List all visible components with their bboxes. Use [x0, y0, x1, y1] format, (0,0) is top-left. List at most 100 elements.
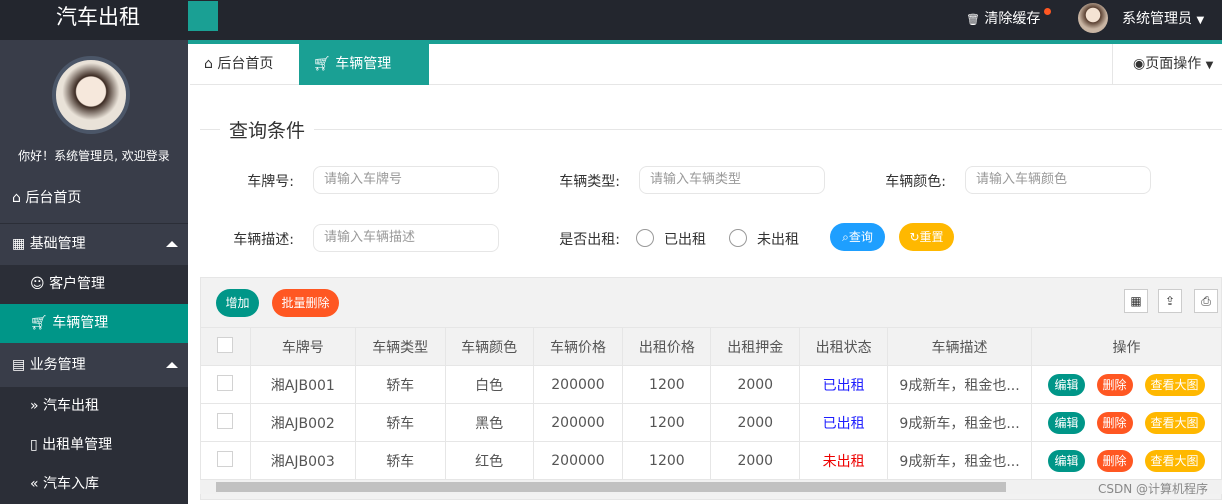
- query-section: 查询条件: [200, 116, 1222, 143]
- car-table: 车牌号 车辆类型 车辆颜色 车辆价格 出租价格 出租押金 出租状态 车辆描述 操…: [200, 327, 1222, 480]
- table-cell: 1200: [622, 365, 712, 404]
- delete-button[interactable]: 删除: [1096, 373, 1133, 396]
- sidebar-item-orders[interactable]: ▯ 出租单管理: [0, 426, 188, 465]
- desc-label: 车辆描述:: [233, 232, 294, 248]
- reset-button[interactable]: ↻重置: [899, 223, 954, 251]
- caret-up-icon: [166, 362, 178, 368]
- refresh-icon: ↻: [909, 230, 920, 244]
- color-input[interactable]: 请输入车辆颜色: [965, 166, 1151, 194]
- view-image-button[interactable]: 查看大图: [1144, 449, 1205, 472]
- search-label: 查询: [848, 230, 873, 244]
- user-avatar[interactable]: [1078, 3, 1108, 33]
- delete-button[interactable]: 删除: [1096, 411, 1133, 434]
- sidebar-item-label: 基础管理: [29, 236, 86, 252]
- menu-toggle-button[interactable]: [188, 1, 218, 31]
- sidebar-item-basic[interactable]: ▦ 基础管理: [0, 223, 188, 263]
- select-all-cell: [200, 327, 251, 366]
- column-header[interactable]: 出租价格: [622, 327, 712, 366]
- search-button[interactable]: ⌕查询: [830, 223, 885, 251]
- row-checkbox[interactable]: [217, 450, 234, 467]
- sidebar: 你好！系统管理员, 欢迎登录 ⌂ 后台首页 ▦ 基础管理 ☺ 客户管理 🛒︎ 车…: [0, 40, 188, 504]
- table-cell: 200000: [532, 403, 624, 442]
- home-icon: ⌂: [12, 190, 21, 206]
- row-checkbox[interactable]: [217, 412, 234, 429]
- scrollbar-thumb[interactable]: [216, 482, 1006, 492]
- search-icon: ⌕: [842, 230, 849, 244]
- sidebar-item-customers[interactable]: ☺ 客户管理: [0, 265, 188, 304]
- table-cell: 2000: [710, 441, 801, 480]
- reset-label: 重置: [919, 230, 944, 244]
- table-cell: 轿车: [354, 403, 446, 442]
- sidebar-item-label: 客户管理: [49, 276, 106, 292]
- add-button[interactable]: 增加: [216, 289, 259, 317]
- view-image-button[interactable]: 查看大图: [1144, 411, 1205, 434]
- table-cell: 湘AJB002: [249, 403, 356, 442]
- clear-cache-button[interactable]: 🗑 清除缓存: [966, 8, 1052, 28]
- plate-input[interactable]: 请输入车牌号: [313, 166, 499, 194]
- cart-icon: 🛒︎: [313, 56, 331, 72]
- sidebar-item-business[interactable]: ▤ 业务管理: [0, 345, 188, 385]
- welcome-text: 你好！系统管理员, 欢迎登录: [18, 149, 170, 163]
- close-icon[interactable]: ×: [321, 97, 333, 113]
- radio-not-rented[interactable]: [729, 229, 747, 247]
- sidebar-item-checkin[interactable]: « 汽车入库: [0, 465, 188, 504]
- horizontal-scrollbar[interactable]: [200, 480, 1222, 494]
- column-header[interactable]: 车辆颜色: [444, 327, 534, 366]
- edit-button[interactable]: 编辑: [1048, 411, 1085, 434]
- print-icon[interactable]: ⎙: [1194, 289, 1218, 313]
- row-checkbox[interactable]: [217, 374, 234, 391]
- column-header[interactable]: 车辆描述: [887, 327, 1033, 366]
- export-icon[interactable]: ⇪: [1158, 289, 1182, 313]
- desc-input[interactable]: 请输入车辆描述: [313, 224, 499, 252]
- user-menu[interactable]: 系统管理员 ▼: [1122, 8, 1204, 28]
- sidebar-item-label: 汽车入库: [43, 476, 100, 492]
- query-legend: 查询条件: [229, 120, 306, 142]
- tab-bar: ⌂ 后台首页 🛒︎ 车辆管理 × ◉页面操作 ▼: [190, 44, 1222, 113]
- table-row[interactable]: 湘AJB002 轿车 黑色 200000 1200 2000 已出租 9成新车，租金也... 编…: [200, 403, 1222, 442]
- radio-rented[interactable]: [636, 229, 654, 247]
- table-cell: 9成新车，租金也...: [887, 403, 1033, 442]
- caret-down-icon: ▼: [1196, 15, 1205, 26]
- column-header[interactable]: 车牌号: [249, 327, 356, 366]
- column-header[interactable]: 出租状态: [799, 327, 889, 366]
- tab-car-management[interactable]: 🛒︎ 车辆管理 ×: [299, 44, 429, 113]
- batch-delete-button[interactable]: 批量删除: [272, 289, 339, 317]
- sidebar-item-label: 车辆管理: [52, 315, 109, 331]
- table-cell: 1200: [622, 403, 712, 442]
- page-operations-menu[interactable]: ◉页面操作 ▼: [1112, 44, 1222, 85]
- row-select-cell: [200, 365, 251, 404]
- column-header[interactable]: 出租押金: [710, 327, 801, 366]
- select-all-checkbox[interactable]: [217, 336, 234, 353]
- column-header[interactable]: 车辆类型: [354, 327, 446, 366]
- avatar: [52, 56, 130, 134]
- columns-icon[interactable]: ▦: [1124, 289, 1148, 313]
- sidebar-item-rent[interactable]: » 汽车出租: [0, 387, 188, 426]
- type-label: 车辆类型:: [559, 174, 620, 190]
- radio-rented-label: 已出租: [664, 232, 706, 248]
- table-cell: 白色: [444, 365, 534, 404]
- sidebar-item-cars[interactable]: 🛒︎ 车辆管理: [0, 304, 188, 343]
- actions-cell: 编辑 删除 查看大图: [1031, 365, 1222, 404]
- table-cell: 已出租: [799, 403, 889, 442]
- edit-button[interactable]: 编辑: [1048, 449, 1085, 472]
- view-image-button[interactable]: 查看大图: [1144, 373, 1205, 396]
- user-name: 系统管理员: [1122, 11, 1192, 27]
- tab-label: 后台首页: [217, 56, 274, 72]
- edit-button[interactable]: 编辑: [1048, 373, 1085, 396]
- table-cell: 未出租: [799, 441, 889, 480]
- delete-button[interactable]: 删除: [1096, 449, 1133, 472]
- cart-icon: 🛒︎: [30, 315, 48, 331]
- clear-cache-label: 清除缓存: [984, 11, 1041, 27]
- column-header[interactable]: 车辆价格: [532, 327, 624, 366]
- trash-icon: 🗑: [966, 13, 980, 26]
- sidebar-item-home[interactable]: ⌂ 后台首页: [0, 178, 188, 218]
- radio-not-rented-label: 未出租: [757, 232, 799, 248]
- table-cell: 200000: [532, 365, 624, 404]
- tab-home[interactable]: ⌂ 后台首页: [190, 44, 299, 85]
- actions-cell: 编辑 删除 查看大图: [1031, 441, 1222, 480]
- double-chevron-icon: »: [30, 398, 39, 414]
- type-input[interactable]: 请输入车辆类型: [639, 166, 825, 194]
- table-row[interactable]: 湘AJB001 轿车 白色 200000 1200 2000 已出租 9成新车，租金也... 编…: [200, 365, 1222, 404]
- page-operations-label: 页面操作: [1145, 56, 1202, 72]
- table-row[interactable]: 湘AJB003 轿车 红色 200000 1200 2000 未出租 9成新车，租金也... 编…: [200, 441, 1222, 480]
